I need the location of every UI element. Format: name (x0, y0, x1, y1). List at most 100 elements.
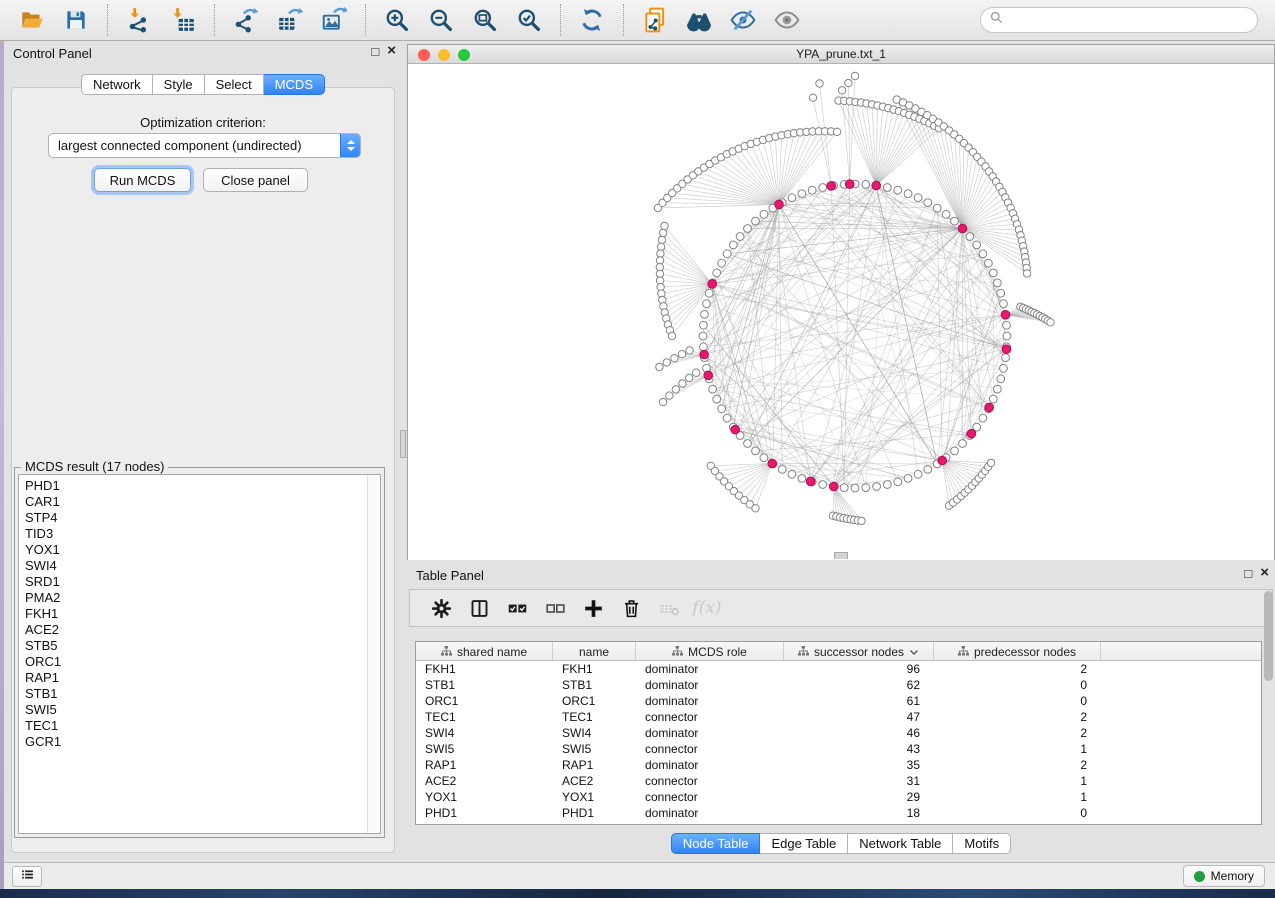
table-cell[interactable]: STB1 (416, 677, 553, 693)
zoom-selected-icon[interactable] (514, 5, 544, 35)
export-table-icon[interactable] (275, 5, 305, 35)
add-column-icon[interactable] (580, 595, 606, 621)
table-cell[interactable]: 2 (934, 661, 1101, 677)
mcds-node-item[interactable]: GCR1 (25, 734, 367, 750)
table-scrollbar[interactable] (1264, 589, 1273, 771)
table-row[interactable]: FKH1FKH1dominator962 (416, 661, 1261, 677)
table-cell[interactable]: ACE2 (416, 773, 553, 789)
mcds-node-item[interactable]: STP4 (25, 510, 367, 526)
table-row[interactable]: TEC1TEC1connector472 (416, 709, 1261, 725)
save-session-icon[interactable] (61, 5, 91, 35)
close-panel-icon[interactable]: × (1260, 566, 1269, 581)
table-cell[interactable]: RAP1 (553, 757, 636, 773)
memory-button[interactable]: Memory (1183, 865, 1265, 887)
mcds-node-item[interactable]: SWI4 (25, 558, 367, 574)
window-zoom-traffic-light[interactable] (458, 49, 470, 61)
mcds-node-item[interactable]: SRD1 (25, 574, 367, 590)
table-cell[interactable]: dominator (636, 725, 784, 741)
table-cell[interactable]: ORC1 (416, 693, 553, 709)
mcds-node-item[interactable]: RAP1 (25, 670, 367, 686)
mcds-node-item[interactable]: ACE2 (25, 622, 367, 638)
table-cell[interactable]: TEC1 (553, 709, 636, 725)
export-network-icon[interactable] (231, 5, 261, 35)
mcds-node-item[interactable]: CAR1 (25, 494, 367, 510)
table-cell[interactable]: PHD1 (553, 805, 636, 821)
search-box[interactable] (980, 7, 1258, 33)
column-header-mcds-role[interactable]: MCDS role (636, 642, 784, 661)
mcds-node-item[interactable]: YOX1 (25, 542, 367, 558)
delete-column-icon[interactable] (618, 595, 644, 621)
export-image-icon[interactable] (319, 5, 349, 35)
table-row[interactable]: RAP1RAP1dominator352 (416, 757, 1261, 773)
mcds-node-item[interactable]: STB1 (25, 686, 367, 702)
tab-style[interactable]: Style (153, 74, 205, 95)
close-panel-icon[interactable]: × (387, 44, 396, 59)
mcds-node-item[interactable]: FKH1 (25, 606, 367, 622)
mcds-node-item[interactable]: TEC1 (25, 718, 367, 734)
zoom-in-icon[interactable] (382, 5, 412, 35)
mcds-node-item[interactable]: TID3 (25, 526, 367, 542)
import-network-icon[interactable] (124, 5, 154, 35)
float-panel-icon[interactable]: □ (371, 45, 379, 59)
table-cell[interactable]: 46 (784, 725, 934, 741)
close-panel-button[interactable]: Close panel (203, 168, 308, 192)
table-cell[interactable]: 0 (934, 805, 1101, 821)
table-cell[interactable]: 1 (934, 741, 1101, 757)
table-cell[interactable]: 31 (784, 773, 934, 789)
table-cell[interactable]: 2 (934, 725, 1101, 741)
columns-icon[interactable] (466, 595, 492, 621)
table-cell[interactable]: PHD1 (416, 805, 553, 821)
table-cell[interactable]: SWI5 (553, 741, 636, 757)
network-canvas[interactable] (408, 64, 1274, 560)
tab-motifs[interactable]: Motifs (953, 833, 1011, 854)
table-row[interactable]: PHD1PHD1dominator180 (416, 805, 1261, 821)
import-table-icon[interactable] (168, 5, 198, 35)
gear-icon[interactable] (428, 595, 454, 621)
search-input[interactable] (1009, 13, 1249, 27)
vertical-splitter-handle[interactable] (400, 430, 406, 458)
first-neighbors-icon[interactable] (684, 5, 714, 35)
sort-chevron-icon[interactable] (909, 645, 919, 659)
tab-mcds[interactable]: MCDS (264, 74, 325, 95)
unselect-all-icon[interactable] (542, 595, 568, 621)
network-graph[interactable] (408, 64, 1274, 560)
table-cell[interactable]: connector (636, 709, 784, 725)
select-all-icon[interactable] (504, 595, 530, 621)
tab-node-table[interactable]: Node Table (671, 833, 761, 854)
run-mcds-button[interactable]: Run MCDS (94, 168, 191, 192)
table-cell[interactable]: 47 (784, 709, 934, 725)
refresh-icon[interactable] (577, 5, 607, 35)
table-row[interactable]: SWI4SWI4dominator462 (416, 725, 1261, 741)
table-cell[interactable]: SWI4 (553, 725, 636, 741)
table-cell[interactable]: 62 (784, 677, 934, 693)
table-cell[interactable]: STB1 (553, 677, 636, 693)
table-row[interactable]: STB1STB1dominator620 (416, 677, 1261, 693)
hide-selected-icon[interactable] (728, 5, 758, 35)
column-header-successor-nodes[interactable]: successor nodes (784, 642, 934, 661)
table-cell[interactable]: RAP1 (416, 757, 553, 773)
table-cell[interactable]: connector (636, 741, 784, 757)
table-cell[interactable]: FKH1 (416, 661, 553, 677)
table-cell[interactable]: 2 (934, 709, 1101, 725)
float-panel-icon[interactable]: □ (1244, 567, 1252, 581)
zoom-fit-icon[interactable] (470, 5, 500, 35)
horizontal-splitter-handle[interactable] (834, 552, 848, 559)
table-row[interactable]: ACE2ACE2connector311 (416, 773, 1261, 789)
table-cell[interactable]: 2 (934, 757, 1101, 773)
table-cell[interactable]: 0 (934, 693, 1101, 709)
table-cell[interactable]: 29 (784, 789, 934, 805)
column-header-shared-name[interactable]: shared name (416, 642, 553, 661)
table-cell[interactable]: YOX1 (416, 789, 553, 805)
mcds-node-item[interactable]: PMA2 (25, 590, 367, 606)
table-cell[interactable]: dominator (636, 661, 784, 677)
table-row[interactable]: YOX1YOX1connector291 (416, 789, 1261, 805)
optimization-criterion-dropdown[interactable]: largest connected component (undirected) (48, 133, 361, 158)
table-scrollbar-thumb[interactable] (1264, 591, 1273, 681)
column-header-predecessor-nodes[interactable]: predecessor nodes (934, 642, 1101, 661)
column-header-name[interactable]: name (553, 642, 636, 661)
table-cell[interactable]: 1 (934, 773, 1101, 789)
new-network-from-selection-icon[interactable] (640, 5, 670, 35)
table-cell[interactable]: FKH1 (553, 661, 636, 677)
window-close-traffic-light[interactable] (418, 49, 430, 61)
table-cell[interactable]: 1 (934, 789, 1101, 805)
